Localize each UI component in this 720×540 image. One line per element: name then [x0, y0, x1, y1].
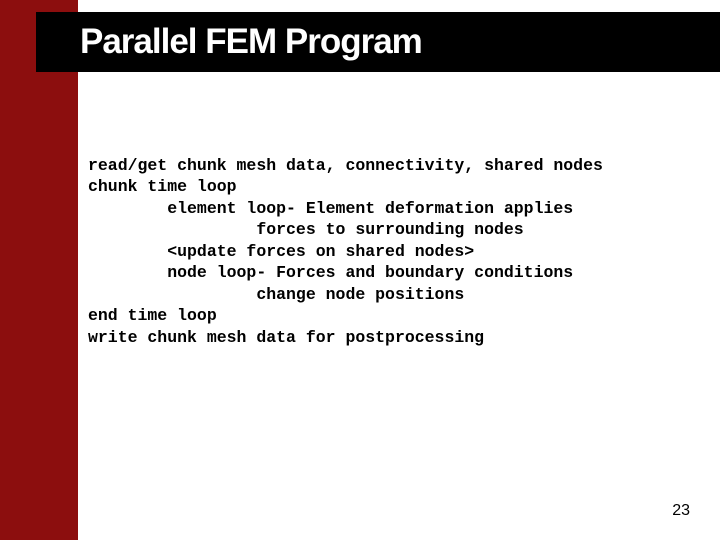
slide-content: read/get chunk mesh data, connectivity, … — [88, 155, 708, 348]
page-number: 23 — [672, 502, 690, 520]
sidebar-accent — [0, 0, 78, 540]
slide-title: Parallel FEM Program — [80, 22, 422, 62]
title-bar: Parallel FEM Program — [36, 12, 720, 72]
pseudocode-block: read/get chunk mesh data, connectivity, … — [88, 155, 708, 348]
